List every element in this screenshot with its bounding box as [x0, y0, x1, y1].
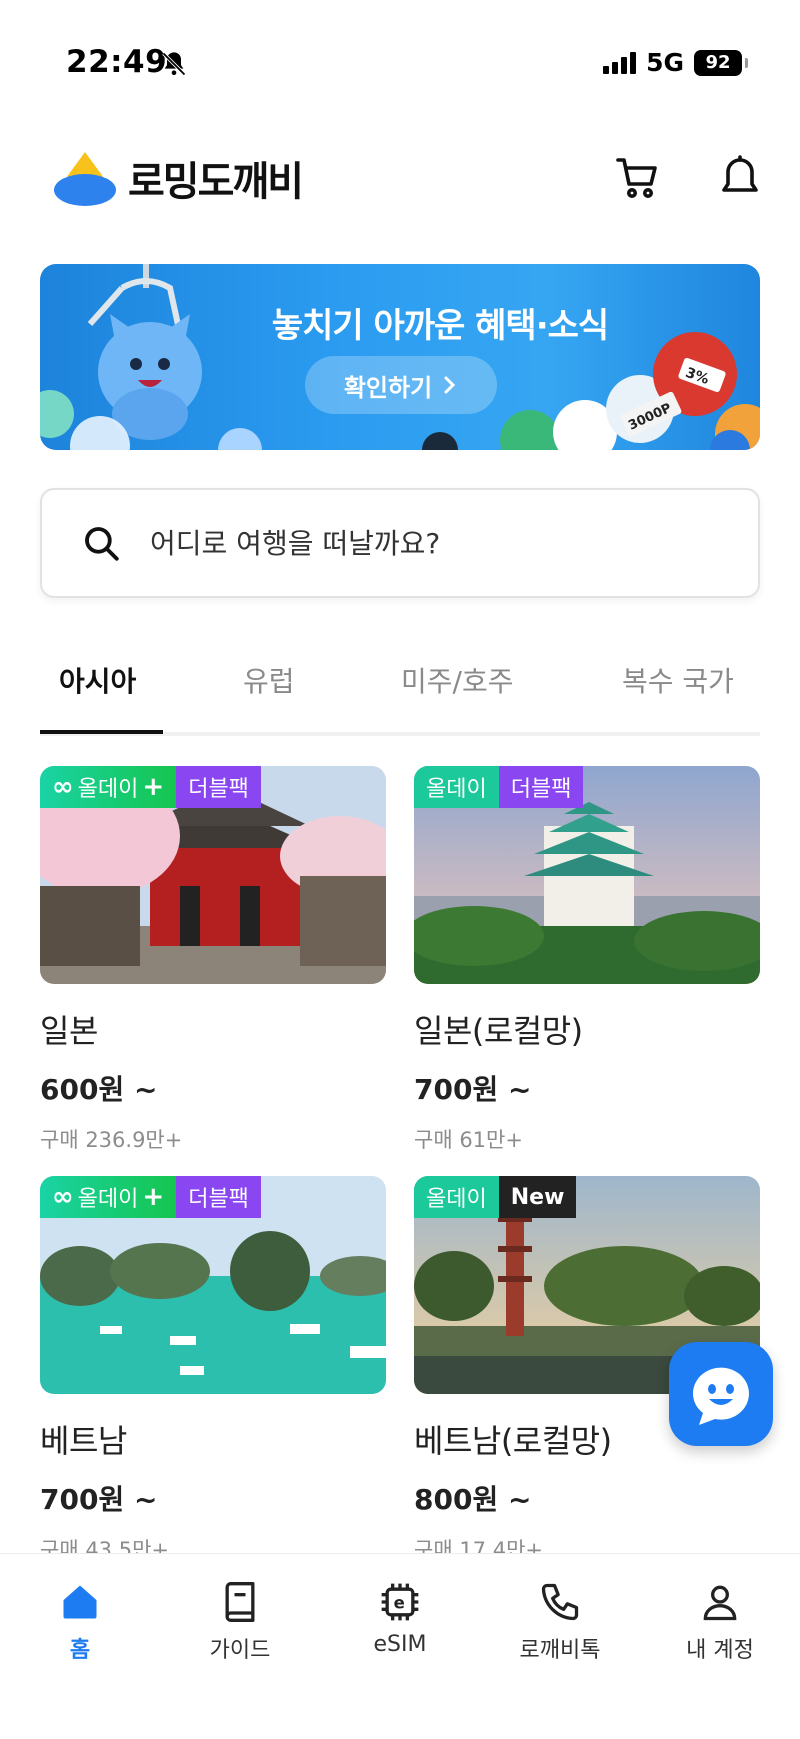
chevron-right-icon — [444, 376, 456, 394]
battery-icon: 92 — [694, 49, 748, 76]
nav-label: eSIM — [373, 1632, 427, 1657]
bell-icon — [722, 155, 758, 192]
cart-icon — [616, 158, 657, 198]
product-name: 일본 — [40, 1012, 98, 1050]
product-name: 일본(로컬망) — [414, 1012, 583, 1050]
allday-plus-badge: ∞ 올데이 + — [40, 766, 177, 808]
goblin-logo-icon — [54, 152, 116, 206]
plus-icon: + — [142, 1182, 165, 1212]
badge-group: ∞ 올데이 + 더블팩 — [40, 1176, 261, 1218]
nav-label: 로깨비톡 — [519, 1638, 601, 1663]
phone-icon — [541, 1583, 579, 1621]
product-card-vietnam[interactable]: ∞ 올데이 + 더블팩 베트남 700원 ~ 구매 43.5만+ — [40, 1176, 386, 1564]
product-price: 800원 ~ — [414, 1483, 532, 1516]
product-sold-count: 구매 236.9만+ — [40, 1128, 183, 1152]
badge-group: ∞ 올데이 + 더블팩 — [40, 766, 261, 808]
product-card-japan-local[interactable]: 올데이 더블팩 일본(로컬망) 700원 ~ 구매 61만+ — [414, 766, 760, 1154]
status-bar: 22:49 5G 92 — [0, 0, 800, 130]
product-image: ∞ 올데이 + 더블팩 — [40, 766, 386, 984]
status-time: 22:49 — [66, 44, 168, 80]
allday-badge: 올데이 — [414, 766, 499, 808]
nav-home[interactable]: 홈 — [20, 1580, 140, 1664]
app-name: 로밍도깨비 — [128, 159, 304, 205]
book-icon — [225, 1582, 255, 1622]
product-card-japan[interactable]: ∞ 올데이 + 더블팩 일본 600원 ~ 구매 236.9만+ — [40, 766, 386, 1154]
nav-label: 홈 — [69, 1638, 91, 1663]
signal-icon — [603, 51, 637, 74]
nav-label: 가이드 — [209, 1638, 271, 1663]
banner-button-label: 확인하기 — [343, 373, 433, 402]
nav-esim[interactable]: e eSIM — [340, 1580, 460, 1657]
chat-goblin-icon — [692, 1367, 749, 1425]
badge-label: 올데이 — [77, 1187, 139, 1212]
nav-account[interactable]: 내 계정 — [660, 1580, 780, 1664]
search-icon — [85, 527, 119, 561]
app-logo[interactable]: 로밍도깨비 — [52, 148, 304, 208]
esim-chip-icon: e — [381, 1583, 419, 1621]
search-box[interactable] — [40, 488, 760, 598]
double-pack-badge: 더블팩 — [498, 766, 584, 808]
cart-button[interactable] — [614, 154, 662, 206]
svg-text:e: e — [394, 1593, 405, 1612]
search-input[interactable] — [150, 526, 650, 560]
badge-label: 올데이 — [77, 777, 139, 802]
product-name: 베트남 — [40, 1422, 127, 1460]
tab-europe[interactable]: 유럽 — [243, 660, 295, 700]
chatbot-button[interactable] — [669, 1342, 773, 1446]
app-header: 로밍도깨비 — [0, 140, 800, 220]
banner-confirm-button[interactable]: 확인하기 — [305, 356, 497, 414]
product-sold-count: 구매 61만+ — [414, 1128, 523, 1152]
product-price: 700원 ~ — [40, 1483, 158, 1516]
infinity-icon: ∞ — [52, 772, 74, 802]
nav-guide[interactable]: 가이드 — [180, 1580, 300, 1664]
banner-title: 놓치기 아까운 혜택·소식 — [271, 306, 609, 346]
region-tabs: 아시아 유럽 미주/호주 복수 국가 — [40, 640, 760, 736]
home-icon — [63, 1585, 97, 1619]
silent-bell-icon — [160, 50, 188, 82]
nav-label: 내 계정 — [686, 1638, 754, 1663]
product-image: ∞ 올데이 + 더블팩 — [40, 1176, 386, 1394]
product-price: 700원 ~ — [414, 1073, 532, 1106]
nav-chat[interactable]: 로깨비톡 — [500, 1580, 620, 1664]
notification-button[interactable] — [716, 154, 764, 206]
badge-group: 올데이 New — [414, 1176, 577, 1218]
tab-asia[interactable]: 아시아 — [59, 660, 136, 700]
tab-multi-country[interactable]: 복수 국가 — [622, 660, 734, 700]
bottom-navigation: 홈 가이드 e eSIM 로깨비톡 내 계정 — [0, 1553, 800, 1739]
product-image: 올데이 더블팩 — [414, 766, 760, 984]
product-price: 600원 ~ — [40, 1073, 158, 1106]
network-type: 5G — [646, 48, 684, 77]
plus-icon: + — [142, 772, 165, 802]
badge-group: 올데이 더블팩 — [414, 766, 584, 808]
double-pack-badge: 더블팩 — [176, 1176, 261, 1218]
allday-badge: 올데이 — [414, 1176, 499, 1218]
active-tab-indicator — [40, 730, 163, 734]
infinity-icon: ∞ — [52, 1182, 74, 1212]
tab-americas-oceania[interactable]: 미주/호주 — [401, 660, 513, 700]
allday-plus-badge: ∞ 올데이 + — [40, 1176, 177, 1218]
promo-banner[interactable]: 3% 3000P 놓치기 아까운 혜택·소식 확인하기 — [40, 264, 760, 450]
user-icon — [703, 1585, 737, 1621]
new-badge: New — [498, 1176, 577, 1218]
double-pack-badge: 더블팩 — [176, 766, 261, 808]
